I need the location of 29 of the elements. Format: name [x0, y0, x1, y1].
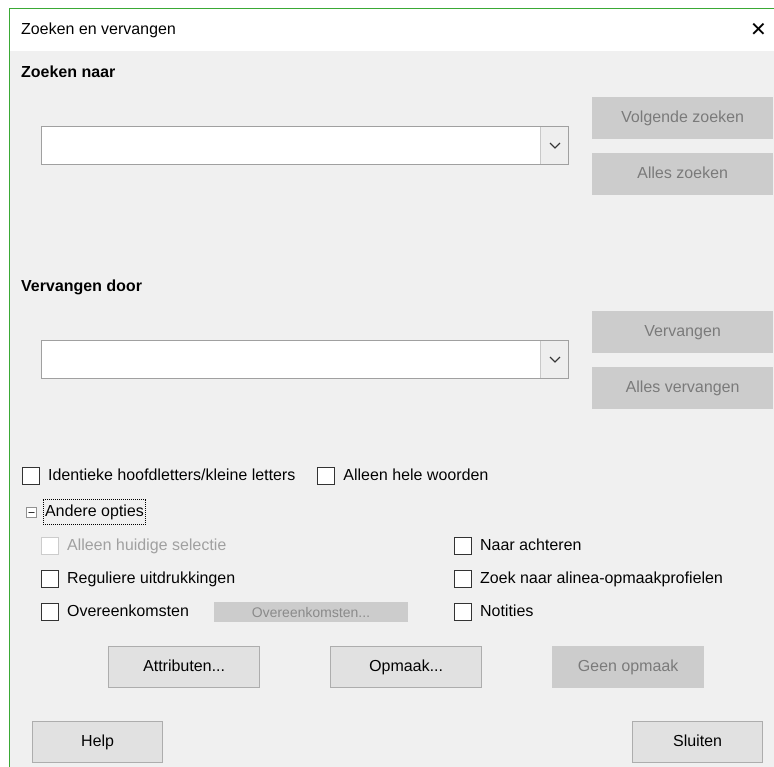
chevron-down-icon [548, 356, 560, 364]
dialog-button[interactable]: Sluiten [632, 721, 763, 763]
combo-box[interactable] [41, 340, 569, 379]
checkbox-label: Notities [480, 602, 534, 622]
combo-box[interactable] [41, 126, 569, 165]
checkbox[interactable] [454, 537, 472, 555]
checkbox-label: Identieke hoofdletters/kleine letters [48, 466, 296, 486]
expander-label[interactable]: Andere opties [43, 499, 146, 525]
close-button[interactable]: ✕ [750, 20, 767, 40]
window-title: Zoeken en vervangen [21, 20, 176, 40]
checkbox-label: Overeenkomsten [67, 602, 189, 622]
checkbox[interactable] [317, 467, 336, 485]
checkbox-label: Naar achteren [480, 536, 582, 556]
dialog-button[interactable]: Help [32, 721, 163, 763]
checkbox[interactable] [41, 570, 59, 588]
checkbox-label: Alleen hele woorden [343, 466, 488, 486]
checkbox[interactable] [454, 603, 472, 621]
checkbox-label: Alleen huidige selectie [67, 536, 226, 556]
dialog-button[interactable]: Attributen... [108, 646, 260, 688]
section-heading: Zoeken naar [21, 63, 116, 83]
checkbox-label: Zoek naar alinea-opmaakprofielen [480, 569, 723, 589]
checkbox[interactable] [41, 603, 59, 621]
chevron-down-icon [548, 142, 560, 150]
checkbox[interactable] [22, 467, 40, 485]
checkbox[interactable] [454, 570, 472, 588]
dialog-button[interactable]: Opmaak... [330, 646, 482, 688]
collapse-icon[interactable] [26, 506, 37, 518]
checkbox-label: Reguliere uitdrukkingen [67, 569, 236, 589]
section-heading: Vervangen door [21, 277, 142, 297]
